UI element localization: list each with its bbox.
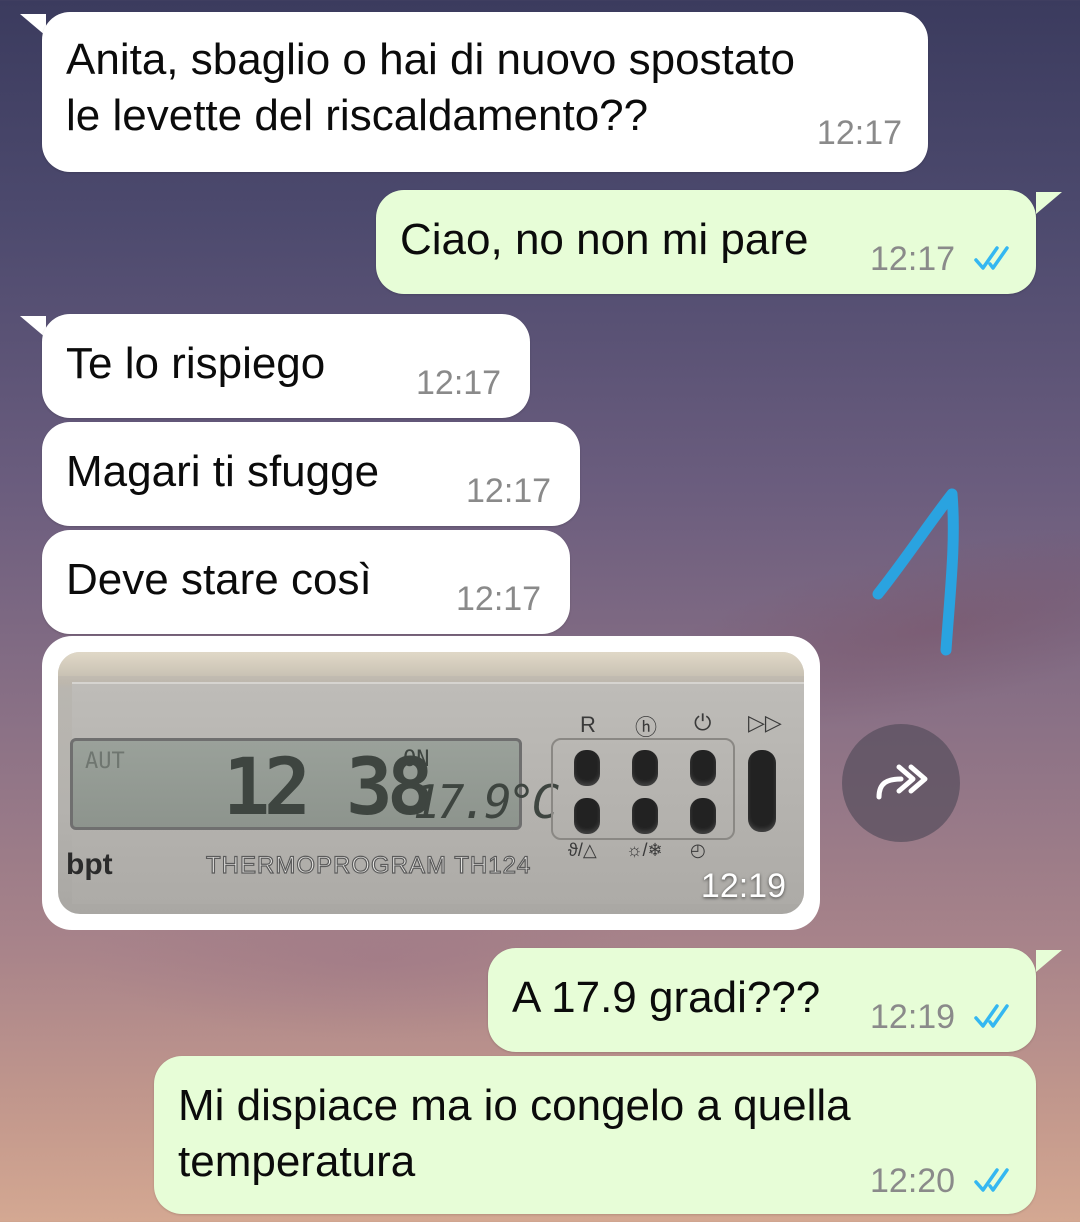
message-text: Anita, sbaglio o hai di nuovo spostato l…	[66, 35, 795, 140]
hand-drawn-arrow	[872, 488, 959, 656]
message-time: 12:17	[466, 472, 552, 510]
thermostat-button	[632, 750, 658, 786]
message-bubble-outgoing[interactable]: Ciao, no non mi pare 12:17	[376, 190, 1036, 294]
read-receipt-icon	[974, 246, 1009, 270]
message-text: Te lo rispiego	[66, 339, 326, 388]
label-h: ⓗ	[635, 715, 658, 740]
thermostat-button	[632, 798, 658, 834]
message-time: 12:19	[700, 867, 786, 905]
bubble-tail	[1036, 192, 1062, 214]
photo-wall-edge	[58, 652, 804, 676]
lcd-clock: 12 38	[223, 743, 434, 833]
label-bottom-1: ϑ/△	[568, 840, 597, 860]
lcd-on-indicator: ON	[403, 747, 430, 772]
label-bottom-3: ◴	[690, 840, 706, 860]
thermostat-button-long	[748, 750, 776, 832]
message-bubble-incoming[interactable]: Anita, sbaglio o hai di nuovo spostato l…	[42, 12, 928, 172]
thermostat-button	[574, 798, 600, 834]
message-time: 12:17	[456, 580, 542, 618]
message-time: 12:20	[870, 1162, 956, 1200]
forward-button[interactable]	[842, 724, 960, 842]
read-receipt-icon	[974, 1004, 1009, 1028]
message-bubble-incoming[interactable]: Deve stare così 12:17	[42, 530, 570, 634]
lcd-display: AUT 12 38 ON 17.9°C	[70, 738, 559, 833]
message-time: 12:17	[816, 114, 902, 152]
message-text: Mi dispiace ma io congelo a quella tempe…	[178, 1081, 851, 1186]
label-forward: ▷▷	[748, 710, 782, 735]
model-name: THERMOPROGRAM TH124	[205, 851, 532, 879]
message-bubble-outgoing[interactable]: Mi dispiace ma io congelo a quella tempe…	[154, 1056, 1036, 1214]
message-bubble-incoming[interactable]: Magari ti sfugge 12:17	[42, 422, 580, 526]
message-bubble-outgoing[interactable]: A 17.9 gradi??? 12:19	[488, 948, 1036, 1052]
message-time: 12:17	[870, 240, 956, 278]
message-text: A 17.9 gradi???	[512, 973, 821, 1022]
image-message[interactable]: AUT 12 38 ON 17.9°C R ⓗ ⏻ ▷▷ ϑ/△ ☼/❄ ◴ b…	[42, 636, 820, 930]
message-time: 12:17	[416, 364, 502, 402]
brand-logo: bpt	[66, 848, 113, 881]
label-r: R	[580, 712, 596, 737]
message-text: Deve stare così	[66, 555, 372, 604]
label-bottom-2: ☼/❄	[626, 840, 663, 860]
message-time: 12:19	[870, 998, 956, 1036]
message-bubble-incoming[interactable]: Te lo rispiego 12:17	[42, 314, 530, 418]
message-text: Magari ti sfugge	[66, 447, 380, 496]
thermostat-button	[574, 750, 600, 786]
thermostat-button	[690, 798, 716, 834]
lcd-mode: AUT	[85, 749, 125, 774]
thermostat-photo[interactable]: AUT 12 38 ON 17.9°C R ⓗ ⏻ ▷▷ ϑ/△ ☼/❄ ◴ b…	[58, 652, 804, 914]
label-power: ⏻	[694, 710, 712, 735]
bubble-tail	[1036, 950, 1062, 972]
lcd-temperature: 17.9°C	[413, 775, 559, 829]
forward-icon	[876, 764, 928, 800]
thermostat-button	[690, 750, 716, 786]
read-receipt-icon	[974, 1168, 1009, 1192]
message-text: Ciao, no non mi pare	[400, 215, 809, 264]
